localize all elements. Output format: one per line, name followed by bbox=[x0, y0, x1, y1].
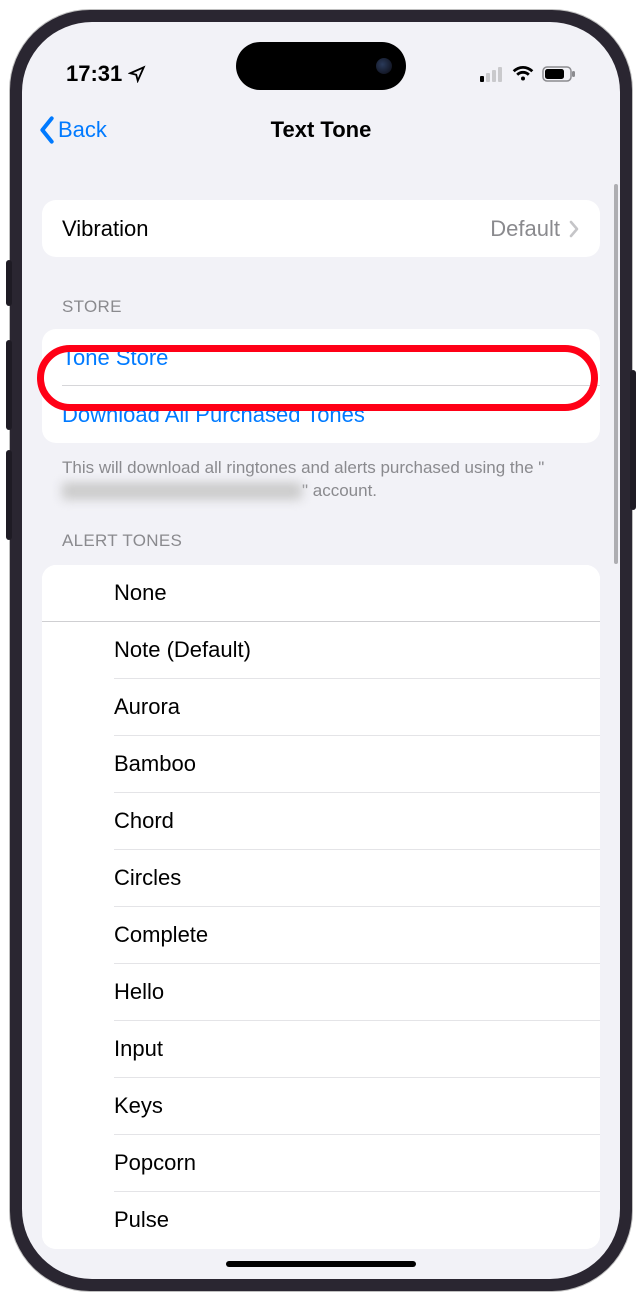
nav-bar: Back Text Tone bbox=[22, 102, 620, 158]
back-button[interactable]: Back bbox=[30, 112, 115, 148]
chevron-left-icon bbox=[38, 116, 56, 144]
tone-label: Complete bbox=[114, 922, 208, 948]
tone-row[interactable]: None bbox=[42, 565, 600, 622]
location-icon bbox=[128, 65, 146, 83]
account-redacted bbox=[62, 482, 302, 500]
vibration-row[interactable]: Vibration Default bbox=[42, 200, 600, 257]
tone-row[interactable]: Popcorn bbox=[42, 1135, 600, 1192]
tone-row[interactable]: Hello bbox=[42, 964, 600, 1021]
tone-label: Keys bbox=[114, 1093, 163, 1119]
store-footer: This will download all ringtones and ale… bbox=[62, 457, 580, 503]
download-all-label: Download All Purchased Tones bbox=[62, 402, 365, 428]
vibration-value: Default bbox=[490, 216, 560, 242]
content[interactable]: Vibration Default Store Tone Store Downl… bbox=[22, 158, 620, 1279]
tone-label: Hello bbox=[114, 979, 164, 1005]
store-footer-prefix: This will download all ringtones and ale… bbox=[62, 458, 544, 477]
tone-label: Input bbox=[114, 1036, 163, 1062]
cellular-icon bbox=[480, 66, 504, 82]
tone-row[interactable]: Keys bbox=[42, 1078, 600, 1135]
battery-icon bbox=[542, 66, 576, 82]
tone-label: Pulse bbox=[114, 1207, 169, 1233]
tone-row[interactable]: Aurora bbox=[42, 679, 600, 736]
tone-row[interactable]: Bamboo bbox=[42, 736, 600, 793]
store-footer-suffix: " account. bbox=[302, 481, 377, 500]
volume-down bbox=[6, 450, 12, 540]
phone-frame: 17:31 Back Text Tone Vibration De bbox=[10, 10, 632, 1291]
tone-row[interactable]: Note (Default) bbox=[42, 622, 600, 679]
tone-label: Chord bbox=[114, 808, 174, 834]
wifi-icon bbox=[512, 66, 534, 82]
download-all-row[interactable]: Download All Purchased Tones bbox=[42, 386, 600, 443]
tone-row[interactable]: Input bbox=[42, 1021, 600, 1078]
tone-row[interactable]: Chord bbox=[42, 793, 600, 850]
page-title: Text Tone bbox=[271, 117, 372, 143]
tone-label: Aurora bbox=[114, 694, 180, 720]
clock: 17:31 bbox=[66, 61, 122, 87]
tone-row[interactable]: Circles bbox=[42, 850, 600, 907]
side-switch bbox=[6, 260, 12, 306]
chevron-right-icon bbox=[568, 220, 580, 238]
tone-row[interactable]: Pulse bbox=[42, 1192, 600, 1249]
home-indicator[interactable] bbox=[226, 1261, 416, 1267]
tone-label: Note (Default) bbox=[114, 637, 251, 663]
scrollbar[interactable] bbox=[614, 184, 618, 564]
tone-label: None bbox=[114, 580, 167, 606]
back-label: Back bbox=[58, 117, 107, 143]
dynamic-island bbox=[236, 42, 406, 90]
store-header: Store bbox=[62, 297, 600, 317]
power-button bbox=[630, 370, 636, 510]
vibration-label: Vibration bbox=[62, 216, 148, 242]
front-camera bbox=[376, 58, 392, 74]
tone-row[interactable]: Complete bbox=[42, 907, 600, 964]
tone-label: Popcorn bbox=[114, 1150, 196, 1176]
tone-label: Bamboo bbox=[114, 751, 196, 777]
tone-label: Circles bbox=[114, 865, 181, 891]
vibration-group: Vibration Default bbox=[42, 200, 600, 257]
volume-up bbox=[6, 340, 12, 430]
alert-tones-header: Alert Tones bbox=[62, 531, 600, 551]
alert-tones-group: None Note (Default) Aurora Bamboo Chord … bbox=[42, 565, 600, 1249]
tone-store-label: Tone Store bbox=[62, 345, 168, 371]
store-group: Tone Store Download All Purchased Tones bbox=[42, 329, 600, 443]
tone-store-row[interactable]: Tone Store bbox=[42, 329, 600, 386]
screen: 17:31 Back Text Tone Vibration De bbox=[22, 22, 620, 1279]
